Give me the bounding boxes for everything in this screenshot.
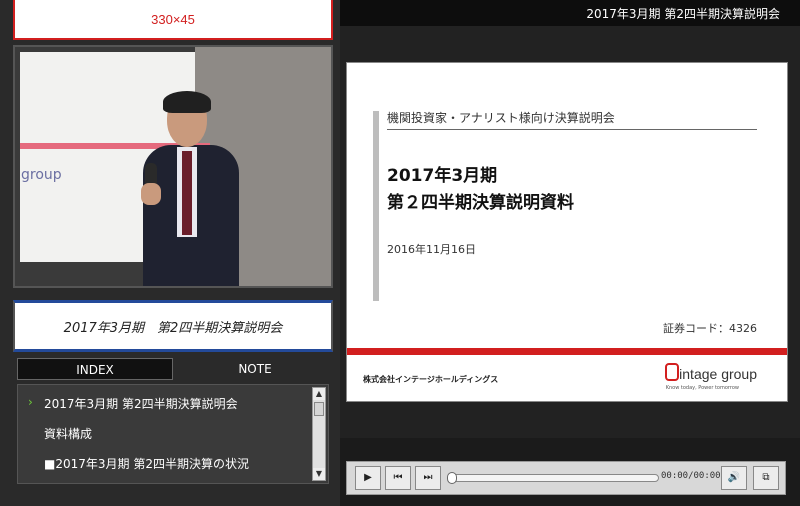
index-list: › 2017年3月期 第2四半期決算説明会 資料構成 ■2017年3月期 第2四… bbox=[17, 384, 329, 484]
video-player[interactable]: group bbox=[13, 45, 333, 288]
slide-area: 機関投資家・アナリスト様向け決算説明会 2017年3月期 第２四半期決算説明資料… bbox=[340, 26, 800, 438]
index-item[interactable]: 2017年3月期 第2四半期決算説明会 bbox=[44, 395, 238, 412]
slide-subtitle: 機関投資家・アナリスト様向け決算説明会 bbox=[387, 111, 615, 125]
index-scrollbar[interactable]: ▲ ▼ bbox=[312, 387, 326, 481]
video-slide-text: group bbox=[21, 167, 62, 183]
stock-code: 証券コード：4326 bbox=[663, 322, 757, 335]
slide-side-bar bbox=[373, 111, 379, 301]
tab-note[interactable]: NOTE bbox=[177, 358, 333, 380]
tab-index[interactable]: INDEX bbox=[17, 358, 173, 380]
slide-red-band bbox=[347, 348, 787, 355]
header-title: 2017年3月期 第2四半期決算説明会 bbox=[586, 7, 780, 21]
volume-button[interactable]: 🔊 bbox=[721, 466, 747, 490]
slide-rule bbox=[387, 129, 757, 130]
banner-text: 330×45 bbox=[151, 11, 195, 27]
index-item[interactable]: ■2017年3月期 第2四半期決算の状況 bbox=[44, 455, 249, 472]
fullscreen-button[interactable]: ⧉ bbox=[753, 466, 779, 490]
seek-knob[interactable] bbox=[447, 472, 457, 484]
current-item-arrow-icon: › bbox=[28, 395, 33, 409]
play-button[interactable]: ▶ bbox=[355, 466, 381, 490]
slide-title-line1: 2017年3月期 bbox=[387, 166, 498, 186]
company-name: 株式会社インテージホールディングス bbox=[363, 375, 499, 384]
session-title-box: 2017年3月期 第2四半期決算説明会 bbox=[13, 300, 333, 352]
slide-title-line2: 第２四半期決算説明資料 bbox=[387, 193, 574, 213]
previous-button[interactable]: ⏮ bbox=[385, 466, 411, 490]
seek-bar[interactable] bbox=[449, 474, 659, 482]
speaker bbox=[133, 91, 243, 286]
session-title: 2017年3月期 第2四半期決算説明会 bbox=[63, 320, 283, 336]
next-button[interactable]: ⏭ bbox=[415, 466, 441, 490]
index-item[interactable]: 資料構成 bbox=[44, 425, 92, 442]
ad-banner[interactable]: 330×45 bbox=[13, 0, 333, 40]
scroll-thumb[interactable] bbox=[314, 402, 324, 416]
logo-tagline: Know today, Power tomorrow bbox=[665, 385, 739, 391]
player-controls: ▶ ⏮ ⏭ 00:00/00:00 🔊 ⧉ bbox=[346, 461, 786, 495]
intage-logo-text: intage group bbox=[679, 366, 757, 382]
presentation-slide: 機関投資家・アナリスト様向け決算説明会 2017年3月期 第２四半期決算説明資料… bbox=[346, 62, 788, 402]
scroll-down-icon[interactable]: ▼ bbox=[313, 468, 325, 480]
header-bar: 2017年3月期 第2四半期決算説明会 bbox=[340, 0, 800, 26]
tab-bar: INDEX NOTE bbox=[17, 358, 335, 380]
slide-date: 2016年11月16日 bbox=[387, 243, 476, 256]
intage-logo-icon bbox=[665, 363, 679, 381]
time-display: 00:00/00:00 bbox=[661, 471, 721, 481]
scroll-up-icon[interactable]: ▲ bbox=[313, 388, 325, 400]
left-panel: 330×45 group 2017年3月期 第2四半期決算説明会 INDEX N… bbox=[0, 0, 340, 506]
